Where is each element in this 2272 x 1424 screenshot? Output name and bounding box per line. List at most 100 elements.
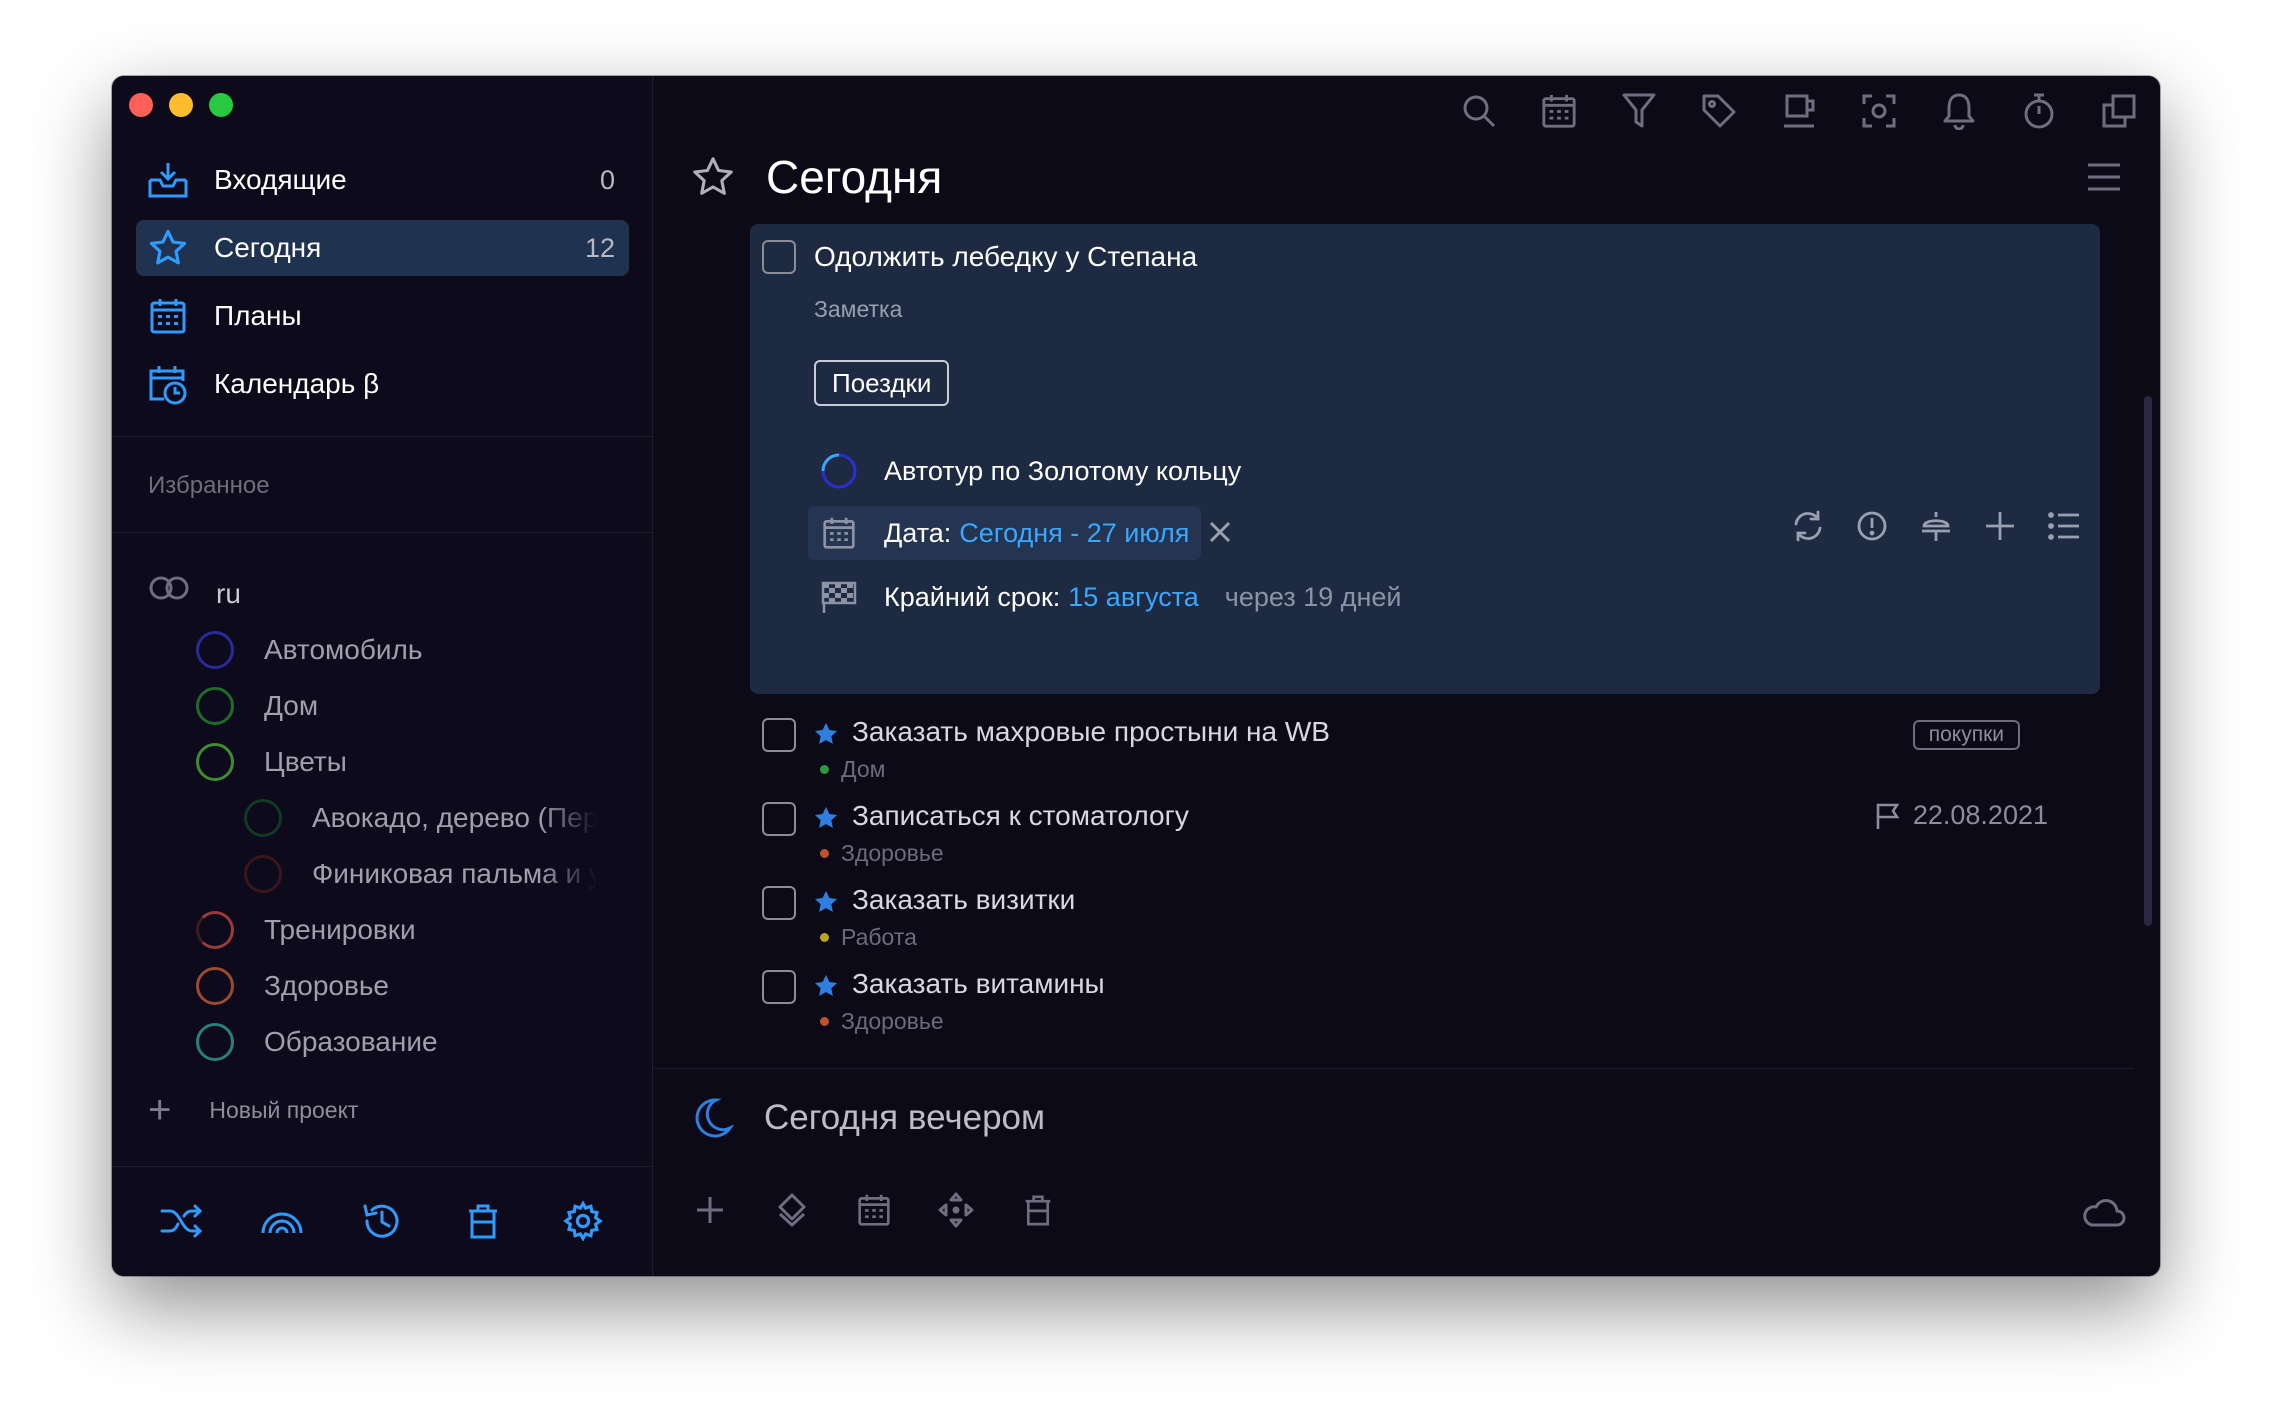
task-tag-button[interactable]: Поездки xyxy=(814,360,950,406)
task-row[interactable]: Заказать витамины Здоровье xyxy=(762,964,2112,1048)
coffee-icon[interactable] xyxy=(1778,90,1820,132)
star-icon xyxy=(814,974,838,996)
repeat-icon[interactable] xyxy=(1788,506,1828,546)
task-note[interactable]: Заметка xyxy=(814,296,902,323)
project-group-label: ru xyxy=(216,578,241,609)
sidebar-item-plans[interactable]: Планы xyxy=(136,288,629,344)
copy-window-icon[interactable] xyxy=(2098,90,2140,132)
project-item[interactable]: Тренировки xyxy=(148,902,638,958)
project-item[interactable]: Здоровье xyxy=(148,958,638,1014)
task-row[interactable]: Записаться к стоматологу Здоровье 22.08.… xyxy=(762,796,2112,880)
sidebar-item-calendar[interactable]: Календарь β xyxy=(136,356,629,412)
task-title: Заказать витамины xyxy=(852,968,1105,999)
plus-icon: + xyxy=(148,1088,172,1132)
history-icon[interactable] xyxy=(358,1197,406,1245)
task-project-row[interactable]: Автотур по Золотому кольцу xyxy=(808,444,1253,498)
minimize-window-button[interactable] xyxy=(169,93,193,117)
sidebar-item-today[interactable]: Сегодня 12 xyxy=(136,220,629,276)
project-dot-icon xyxy=(820,765,829,774)
focus-icon[interactable] xyxy=(1858,90,1900,132)
shuffle-icon[interactable] xyxy=(158,1197,206,1245)
gear-icon[interactable] xyxy=(559,1197,607,1245)
top-toolbar xyxy=(1458,90,2140,132)
task-deadline-row[interactable]: Крайний срок: 15 августа через 19 дней xyxy=(808,570,1414,624)
sidebar-item-label: Входящие xyxy=(214,164,347,195)
task-checkbox[interactable] xyxy=(762,240,796,274)
zoom-window-button[interactable] xyxy=(209,93,233,117)
task-row[interactable]: Заказать махровые простыни на WB Дом пок… xyxy=(762,712,2112,796)
calendar-clock-icon xyxy=(146,362,190,406)
calendar-icon[interactable] xyxy=(1538,90,1580,132)
sidebar-bottom-toolbar xyxy=(112,1166,653,1276)
project-item[interactable]: Автомобиль xyxy=(148,622,638,678)
task-checkbox[interactable] xyxy=(762,970,796,1004)
priority-icon[interactable] xyxy=(1852,506,1892,546)
cloud-sync-icon[interactable] xyxy=(2082,1196,2126,1228)
bell-icon[interactable] xyxy=(1938,90,1980,132)
task-project-label: Здоровье xyxy=(841,1008,944,1034)
task-project-label: Автотур по Золотому кольцу xyxy=(884,455,1242,486)
project-label: Образование xyxy=(264,1026,438,1057)
project-group-ru[interactable]: ru xyxy=(148,566,638,622)
task-actions xyxy=(1788,506,2084,546)
project-progress-icon xyxy=(816,448,862,494)
task-project-label: Работа xyxy=(841,924,917,950)
search-icon[interactable] xyxy=(1458,90,1500,132)
project-item[interactable]: Дом xyxy=(148,678,638,734)
project-ring-icon xyxy=(196,1023,234,1061)
task-title: Записаться к стоматологу xyxy=(852,800,1189,831)
trash-icon[interactable] xyxy=(459,1197,507,1245)
project-list: ru Автомобиль Дом Цветы Авокадо, дерево … xyxy=(148,566,638,1070)
evening-section-header[interactable]: Сегодня вечером xyxy=(690,1096,1045,1140)
task-checkbox[interactable] xyxy=(762,802,796,836)
task-project: Здоровье xyxy=(820,840,944,867)
scrollbar[interactable] xyxy=(2144,396,2152,926)
project-item[interactable]: Авокадо, дерево (Персея американская) xyxy=(148,790,638,846)
task-row[interactable]: Заказать визитки Работа xyxy=(762,880,2112,964)
filter-icon[interactable] xyxy=(1618,90,1660,132)
expanded-task-card[interactable]: Одолжить лебедку у Степана Заметка Поезд… xyxy=(750,224,2100,694)
project-item[interactable]: Образование xyxy=(148,1014,638,1070)
project-dot-icon xyxy=(820,933,829,942)
trash-icon[interactable] xyxy=(1018,1190,1058,1230)
project-label: Цветы xyxy=(264,746,347,777)
close-window-button[interactable] xyxy=(129,93,153,117)
project-label: Тренировки xyxy=(264,914,416,945)
project-diamond-icon[interactable] xyxy=(772,1190,812,1230)
sidebar-nav: Входящие 0 Сегодня 12 Планы Календарь β xyxy=(136,152,629,424)
plus-icon[interactable] xyxy=(690,1190,730,1230)
clear-date-icon[interactable] xyxy=(1204,516,1236,548)
task-project: Здоровье xyxy=(820,1008,944,1035)
main-bottom-toolbar xyxy=(690,1190,1058,1230)
task-checkbox[interactable] xyxy=(762,886,796,920)
task-date-row[interactable]: Дата: Сегодня - 27 июля xyxy=(808,506,1202,560)
calendar-icon[interactable] xyxy=(854,1190,894,1230)
broadcast-icon[interactable] xyxy=(258,1197,306,1245)
project-label: Финиковая пальма и уход xyxy=(312,858,597,889)
list-menu-icon[interactable] xyxy=(2086,162,2122,192)
task-tag-badge[interactable]: покупки xyxy=(1912,720,2020,750)
sidebar-item-count: 12 xyxy=(584,232,615,263)
timer-icon[interactable] xyxy=(2018,90,2060,132)
project-item[interactable]: Цветы xyxy=(148,734,638,790)
checklist-icon[interactable] xyxy=(2044,506,2084,546)
new-project-button[interactable]: + Новый проект xyxy=(148,1090,358,1130)
sidebar-item-count: 0 xyxy=(599,164,615,195)
evening-section-title: Сегодня вечером xyxy=(764,1098,1046,1137)
task-title: Заказать визитки xyxy=(852,884,1076,915)
move-arrows-icon[interactable] xyxy=(936,1190,976,1230)
tag-icon[interactable] xyxy=(1698,90,1740,132)
project-item[interactable]: Финиковая пальма и уход xyxy=(148,846,638,902)
move-icon[interactable] xyxy=(1980,506,2020,546)
task-project-label: Дом xyxy=(841,756,886,782)
deadline-relative: через 19 дней xyxy=(1224,581,1402,612)
project-label: Авокадо, дерево (Персея американская) xyxy=(312,802,597,833)
sidebar-item-inbox[interactable]: Входящие 0 xyxy=(136,152,629,208)
task-list: Заказать махровые простыни на WB Дом пок… xyxy=(762,712,2112,1048)
task-title[interactable]: Одолжить лебедку у Степана xyxy=(814,241,1197,273)
star-icon xyxy=(814,806,838,828)
reminder-icon[interactable] xyxy=(1916,506,1956,546)
inbox-icon xyxy=(146,158,190,202)
sidebar: Входящие 0 Сегодня 12 Планы Календарь β … xyxy=(112,76,653,1276)
task-checkbox[interactable] xyxy=(762,718,796,752)
